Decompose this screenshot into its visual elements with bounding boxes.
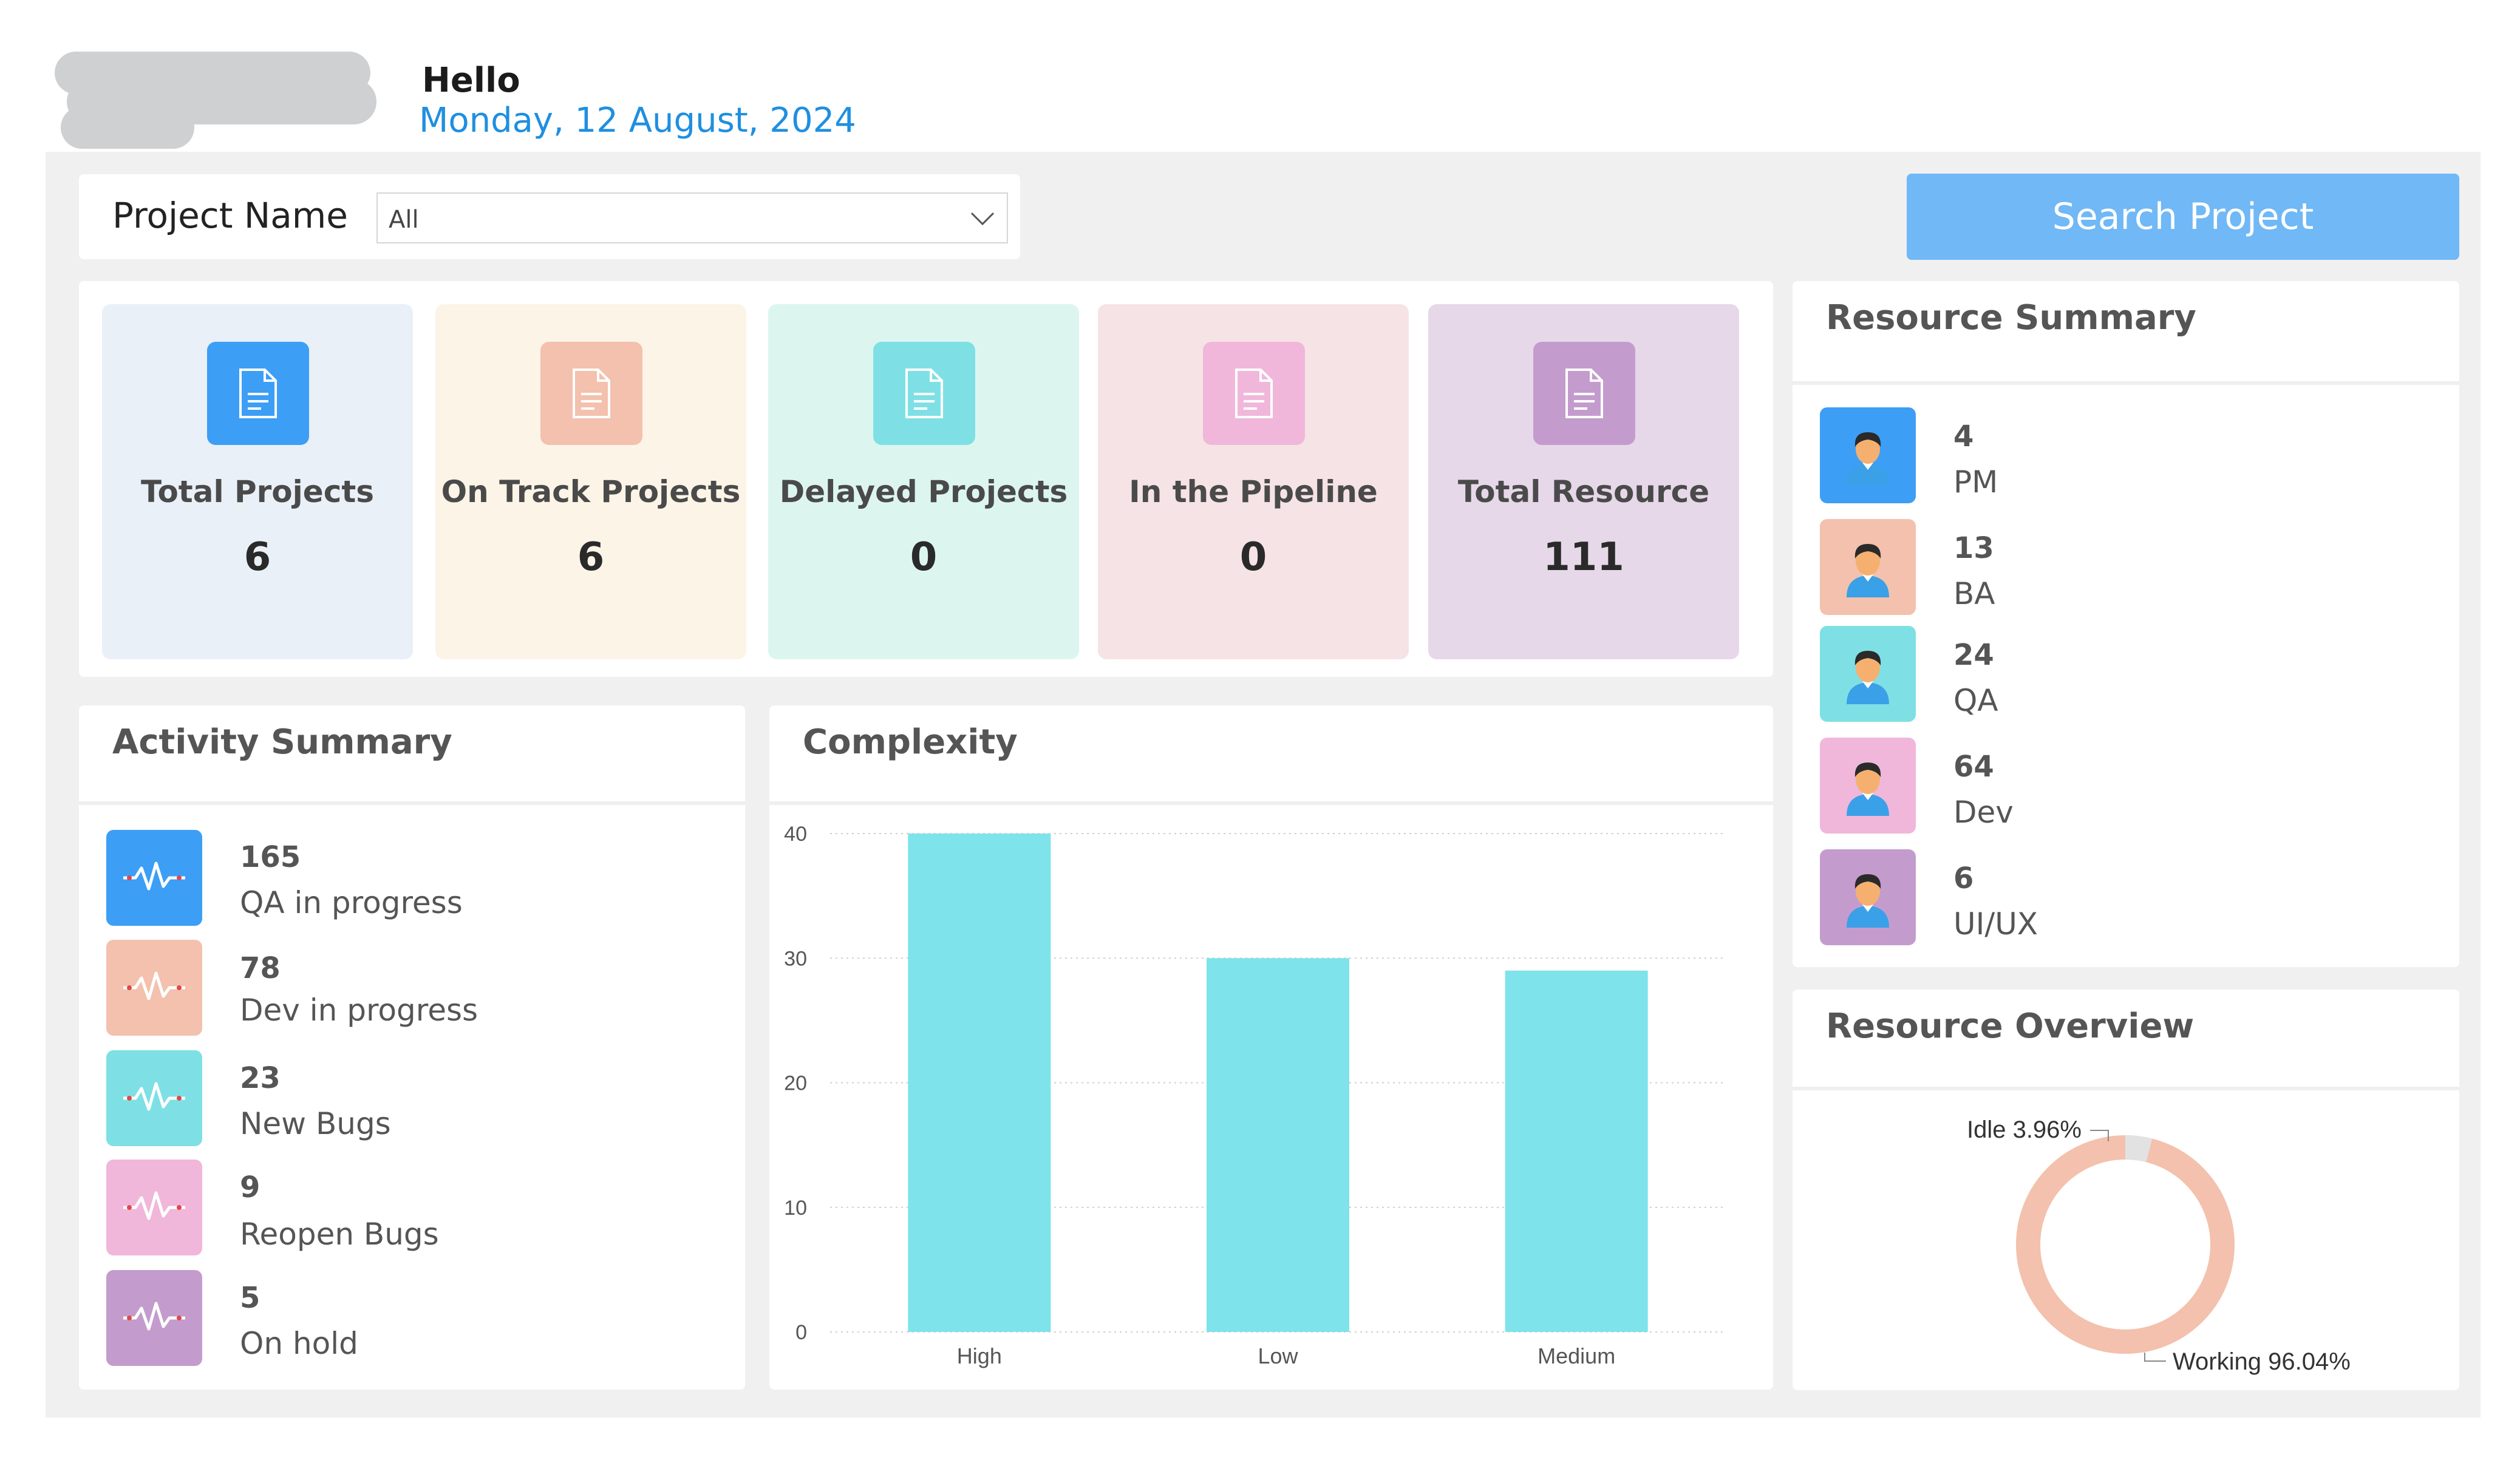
person-icon <box>1820 407 1916 503</box>
y-tick-label: 40 <box>784 823 807 846</box>
y-tick-label: 10 <box>784 1197 807 1220</box>
project-stats-panel: Total Projects 6 On Track Projects 6 Del… <box>79 281 1773 677</box>
pulse-icon <box>106 1050 202 1146</box>
project-name-selected: All <box>389 206 419 234</box>
person-icon <box>1820 519 1916 615</box>
activity-value: 9 <box>240 1170 261 1204</box>
stat-card-total-resource[interactable]: Total Resource 111 <box>1428 304 1739 659</box>
stat-value: 0 <box>910 535 938 580</box>
activity-value: 78 <box>240 951 281 985</box>
resource-count: 64 <box>1953 750 1994 784</box>
greeting: Hello <box>422 61 520 100</box>
divider <box>79 801 745 805</box>
activity-summary-panel: Activity Summary 165 QA in progress 78 D… <box>79 705 745 1390</box>
resource-role: UI/UX <box>1953 906 2038 942</box>
working-label: Working 96.04% <box>2173 1348 2351 1375</box>
resource-count: 4 <box>1953 419 1974 453</box>
project-name-label: Project Name <box>112 195 348 236</box>
bar-low[interactable] <box>1207 958 1349 1332</box>
x-tick-label: Low <box>1258 1343 1298 1368</box>
activity-value: 5 <box>240 1281 261 1315</box>
project-filter-panel: Project Name All <box>79 174 1020 259</box>
activity-label: Dev in progress <box>240 993 478 1028</box>
stat-label: In the Pipeline <box>1129 474 1378 509</box>
bar-medium[interactable] <box>1505 970 1648 1332</box>
activity-label: On hold <box>240 1326 358 1361</box>
resource-role: Dev <box>1953 795 2014 830</box>
stat-value: 111 <box>1543 535 1624 580</box>
resource-role: QA <box>1953 683 1998 718</box>
stat-value: 6 <box>577 535 605 580</box>
activity-label: New Bugs <box>240 1106 391 1141</box>
redacted-avatar <box>55 46 376 149</box>
document-icon <box>540 342 642 445</box>
stat-value: 0 <box>1239 535 1267 580</box>
person-icon <box>1820 626 1916 722</box>
resource-summary-panel: Resource Summary 4 PM 13 BA 24 QA 64 Dev 6 UI/UX <box>1793 281 2459 967</box>
project-name-dropdown[interactable]: All <box>376 192 1008 243</box>
chevron-down-icon <box>970 212 995 226</box>
current-date: Monday, 12 August, 2024 <box>419 101 856 140</box>
stat-value: 6 <box>243 535 271 580</box>
pulse-icon <box>106 1270 202 1366</box>
stat-card-total-projects[interactable]: Total Projects 6 <box>102 304 413 659</box>
person-icon <box>1820 849 1916 945</box>
stat-card-in-the-pipeline[interactable]: In the Pipeline 0 <box>1098 304 1409 659</box>
working-slice[interactable] <box>2016 1135 2235 1354</box>
stat-label: Total Projects <box>140 474 374 509</box>
document-icon <box>1203 342 1305 445</box>
activity-summary-title: Activity Summary <box>112 722 452 762</box>
stat-card-on-track-projects[interactable]: On Track Projects 6 <box>435 304 746 659</box>
working-leader-line <box>2144 1353 2166 1362</box>
resource-count: 13 <box>1953 531 1994 565</box>
activity-value: 23 <box>240 1061 281 1095</box>
pulse-icon <box>106 1160 202 1255</box>
activity-label: Reopen Bugs <box>240 1217 439 1252</box>
divider <box>1793 381 2459 385</box>
dashboard-canvas: Project Name All Search Project Total Pr… <box>46 152 2481 1418</box>
document-icon <box>873 342 975 445</box>
stat-label: Delayed Projects <box>779 474 1068 509</box>
resource-role: PM <box>1953 464 1998 500</box>
pulse-icon <box>106 940 202 1036</box>
document-icon <box>207 342 309 445</box>
resource-role: BA <box>1953 576 1995 611</box>
resource-count: 24 <box>1953 638 1994 672</box>
resource-overview-donut-chart: Idle 3.96% Working 96.04% <box>1967 1116 2351 1375</box>
resource-count: 6 <box>1953 861 1974 895</box>
y-tick-label: 0 <box>795 1321 807 1344</box>
pulse-icon <box>106 830 202 926</box>
stat-card-delayed-projects[interactable]: Delayed Projects 0 <box>768 304 1079 659</box>
x-tick-label: Medium <box>1538 1343 1615 1368</box>
activity-value: 165 <box>240 840 301 874</box>
activity-label: QA in progress <box>240 885 463 920</box>
idle-label: Idle 3.96% <box>1967 1116 2082 1143</box>
complexity-bar-chart: 0 10 20 30 40 High Low Medium <box>784 823 1726 1368</box>
dashboard: Hello Monday, 12 August, 2024 Project Na… <box>0 0 2520 1457</box>
complexity-panel: Complexity 0 10 20 30 40 High Low Medium <box>769 705 1773 1390</box>
document-icon <box>1533 342 1635 445</box>
x-tick-label: High <box>957 1343 1002 1368</box>
y-tick-label: 30 <box>784 947 807 970</box>
y-tick-label: 20 <box>784 1072 807 1095</box>
stat-label: Total Resource <box>1457 474 1710 509</box>
stat-label: On Track Projects <box>441 474 741 509</box>
search-project-button[interactable]: Search Project <box>1907 174 2459 260</box>
resource-summary-title: Resource Summary <box>1826 298 2196 338</box>
resource-overview-panel: Resource Overview Idle 3.96% Working 96.0… <box>1793 990 2459 1390</box>
bar-high[interactable] <box>908 834 1051 1332</box>
person-icon <box>1820 738 1916 834</box>
